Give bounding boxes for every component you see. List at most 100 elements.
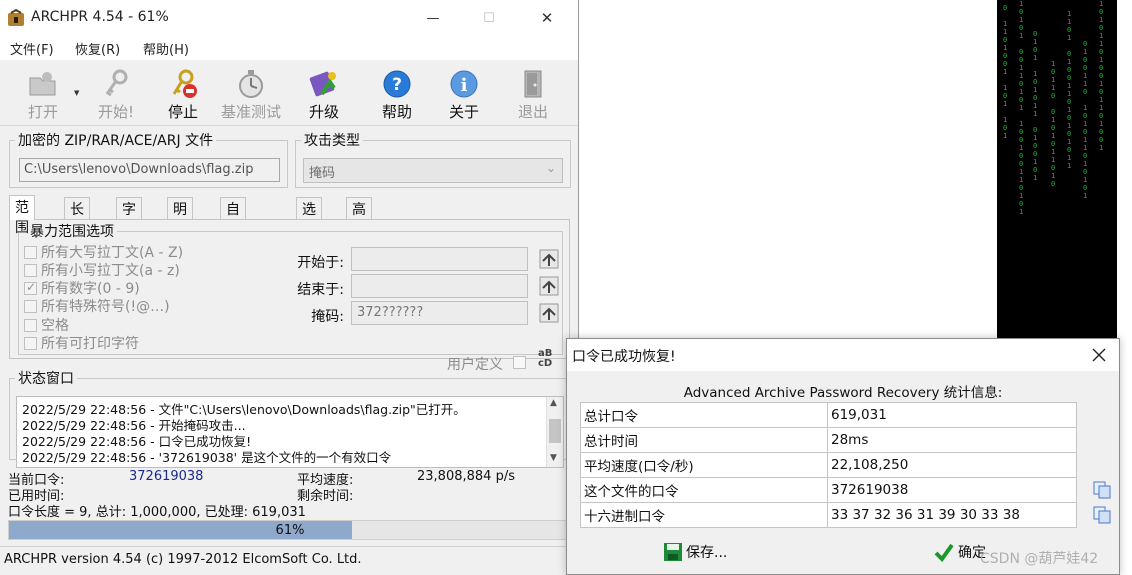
matrix-background: 0 1 1 0 1 0 0 1 1 0 1 1 0 1 1 0 1 0 1 0 … — [997, 0, 1117, 340]
tab-range[interactable]: 范围 — [9, 195, 35, 236]
log-scrollbar[interactable]: ▲ ▼ — [546, 397, 563, 467]
tab-autosave[interactable]: 自动保存 — [220, 197, 246, 278]
stop-keys-icon — [172, 69, 197, 98]
printable-checkbox[interactable] — [24, 336, 37, 350]
end-at-label: 结束于: — [297, 282, 344, 298]
current-password-value: 372619038 — [129, 469, 204, 484]
dialog-title-bar: 口令已成功恢复! — [567, 339, 1119, 371]
password-length-info: 口令长度 = 9, 总计: 1,000,000, 已处理: 619,031 — [8, 505, 306, 520]
status-window-legend: 状态窗口 — [18, 371, 74, 387]
maximize-button[interactable]: ☐ — [466, 0, 512, 36]
status-log[interactable]: 2022/5/29 22:48:56 - 文件"C:\Users\lenovo\… — [16, 396, 564, 468]
stat-key: 总计时间 — [580, 427, 828, 453]
start-from-field[interactable] — [351, 247, 528, 271]
table-row: 总计时间 28ms — [580, 427, 1077, 453]
exit-button[interactable]: 退出 — [503, 64, 563, 124]
attack-type-legend: 攻击类型 — [304, 133, 360, 149]
special-checkbox[interactable] — [24, 299, 37, 313]
tab-options[interactable]: 选项 — [296, 197, 322, 238]
upgrade-button[interactable]: 升级 — [294, 64, 354, 124]
scroll-up-icon[interactable]: ▲ — [550, 398, 557, 408]
keys-icon — [105, 69, 128, 97]
attack-type-group: 攻击类型 掩码 ⌄ — [295, 130, 571, 188]
start-button[interactable]: 开始! — [86, 64, 146, 124]
csdn-watermark: CSDN @葫芦娃42 — [980, 551, 1099, 567]
stat-value[interactable]: 372619038 — [827, 477, 1077, 503]
toolbar: 打开 ▼ 开始! 停止 基准测试 升级 ? 帮助 i 关于 退出 — [0, 60, 578, 126]
table-row: 总计口令 619,031 — [580, 402, 1077, 428]
open-button[interactable]: 打开 — [13, 64, 73, 124]
option-digits[interactable]: 所有数字(0 - 9) — [24, 279, 140, 297]
digits-checkbox[interactable] — [24, 280, 37, 295]
scroll-thumb[interactable] — [549, 419, 561, 443]
minimize-button[interactable]: — — [410, 0, 456, 36]
option-special[interactable]: 所有特殊符号(!@…) — [24, 297, 170, 315]
help-icon: ? — [383, 70, 411, 98]
svg-text:?: ? — [392, 75, 402, 95]
chevron-down-icon: ⌄ — [545, 161, 556, 175]
uppercase-checkbox[interactable] — [24, 245, 37, 259]
dialog-close-button[interactable] — [1087, 343, 1111, 367]
help-button[interactable]: ? 帮助 — [367, 64, 427, 124]
space-checkbox[interactable] — [24, 318, 37, 332]
encrypted-file-group: 加密的 ZIP/RAR/ACE/ARJ 文件 C:\Users\lenovo\D… — [9, 130, 288, 188]
start-from-label: 开始于: — [297, 255, 344, 271]
ok-button[interactable]: 确定 — [934, 542, 986, 562]
open-folder-icon — [29, 72, 56, 96]
open-dropdown-arrow-icon[interactable]: ▼ — [74, 89, 79, 97]
start-picker-icon[interactable] — [539, 249, 559, 269]
stat-value[interactable]: 33 37 32 36 31 39 30 33 38 — [827, 502, 1077, 528]
benchmark-button[interactable]: 基准测试 — [221, 64, 281, 124]
tab-advanced[interactable]: 高级 — [346, 197, 372, 238]
lowercase-checkbox[interactable] — [24, 263, 37, 277]
tab-plaintext[interactable]: 明文 — [167, 197, 193, 238]
archpr-window: ARCHPR 4.54 - 61% — ☐ ✕ 文件(F) 恢复(R) 帮助(H… — [0, 0, 579, 575]
status-window-group: 状态窗口 2022/5/29 22:48:56 - 文件"C:\Users\le… — [9, 368, 570, 468]
option-printable[interactable]: 所有可打印字符 — [24, 334, 139, 352]
progress-bar: 61% — [8, 520, 572, 540]
copy-password-icon[interactable] — [1092, 480, 1112, 500]
mask-field[interactable]: 372?????? — [351, 301, 528, 325]
scroll-down-icon[interactable]: ▼ — [550, 453, 557, 463]
menu-file[interactable]: 文件(F) — [10, 39, 54, 58]
title-bar: ARCHPR 4.54 - 61% — ☐ ✕ — [0, 0, 578, 36]
stat-key: 总计口令 — [580, 402, 828, 428]
mask-picker-icon[interactable] — [539, 303, 559, 323]
save-disk-icon — [664, 543, 682, 561]
exit-door-icon — [524, 70, 542, 98]
stat-value: 28ms — [827, 427, 1077, 453]
menu-recover[interactable]: 恢复(R) — [75, 39, 120, 58]
stat-value: 619,031 — [827, 402, 1077, 428]
range-tab-panel: 暴力范围选项 所有大写拉丁文(A - Z) 所有小写拉丁文(a - z) 所有数… — [9, 219, 570, 373]
about-button[interactable]: i 关于 — [434, 64, 494, 124]
stop-button[interactable]: 停止 — [153, 64, 213, 124]
charset-edit-icon[interactable]: aB cD — [538, 349, 552, 369]
close-button[interactable]: ✕ — [524, 0, 570, 36]
stat-key: 平均速度(口令/秒) — [580, 452, 828, 478]
option-uppercase[interactable]: 所有大写拉丁文(A - Z) — [24, 243, 183, 261]
tab-length[interactable]: 长度 — [64, 197, 90, 238]
upgrade-icon — [309, 71, 336, 97]
menu-bar: 文件(F) 恢复(R) 帮助(H) — [0, 36, 578, 60]
attack-type-value: 掩码 — [309, 166, 336, 181]
stat-key: 十六进制口令 — [580, 502, 828, 528]
attack-type-select[interactable]: 掩码 ⌄ — [303, 158, 563, 183]
end-picker-icon[interactable] — [539, 276, 559, 296]
average-speed-value: 23,808,884 p/s — [417, 469, 515, 484]
option-space[interactable]: 空格 — [24, 316, 69, 334]
tab-dictionary[interactable]: 字典 — [116, 197, 142, 238]
svg-text:i: i — [461, 75, 468, 96]
mask-label: 掩码: — [311, 309, 344, 325]
menu-help[interactable]: 帮助(H) — [143, 39, 189, 58]
copy-hex-password-icon[interactable] — [1092, 505, 1112, 525]
password-recovered-dialog: 口令已成功恢复! Advanced Archive Password Recov… — [566, 338, 1120, 575]
table-row: 平均速度(口令/秒) 22,108,250 — [580, 452, 1077, 478]
statistics-table: 总计口令 619,031 总计时间 28ms 平均速度(口令/秒) 22,108… — [580, 402, 1077, 528]
end-at-field[interactable] — [351, 274, 528, 298]
file-path-field[interactable]: C:\Users\lenovo\Downloads\flag.zip — [19, 158, 280, 182]
save-button[interactable]: 保存... — [663, 542, 727, 562]
archpr-app-icon — [8, 9, 24, 26]
option-lowercase[interactable]: 所有小写拉丁文(a - z) — [24, 261, 180, 279]
dialog-title: 口令已成功恢复! — [572, 349, 676, 365]
table-row: 十六进制口令 33 37 32 36 31 39 30 33 38 — [580, 502, 1077, 528]
